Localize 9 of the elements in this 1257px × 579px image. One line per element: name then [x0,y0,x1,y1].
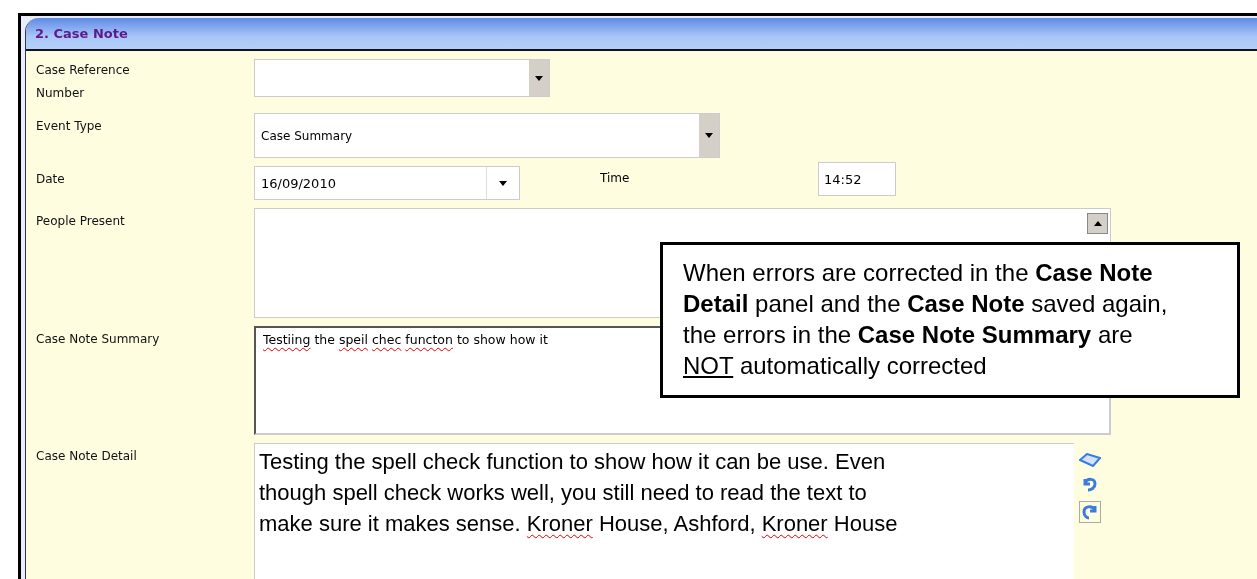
field-label: Case Reference Number [36,62,131,102]
panel-title: 2. Case Note [35,26,128,41]
field-label: Case Note Summary [36,331,161,348]
field-label: People Present [36,213,126,230]
field-label: Date [36,171,66,188]
field-label: Case Note Detail [36,448,138,465]
callout-tooltip: When errors are corrected in the Case Note Detail panel and the Case Note saved again, the errors in the Case Note Summary are NOT automatically corrected [660,242,1240,398]
field-label: Event Type [36,118,103,135]
field-label: Time [600,170,631,187]
